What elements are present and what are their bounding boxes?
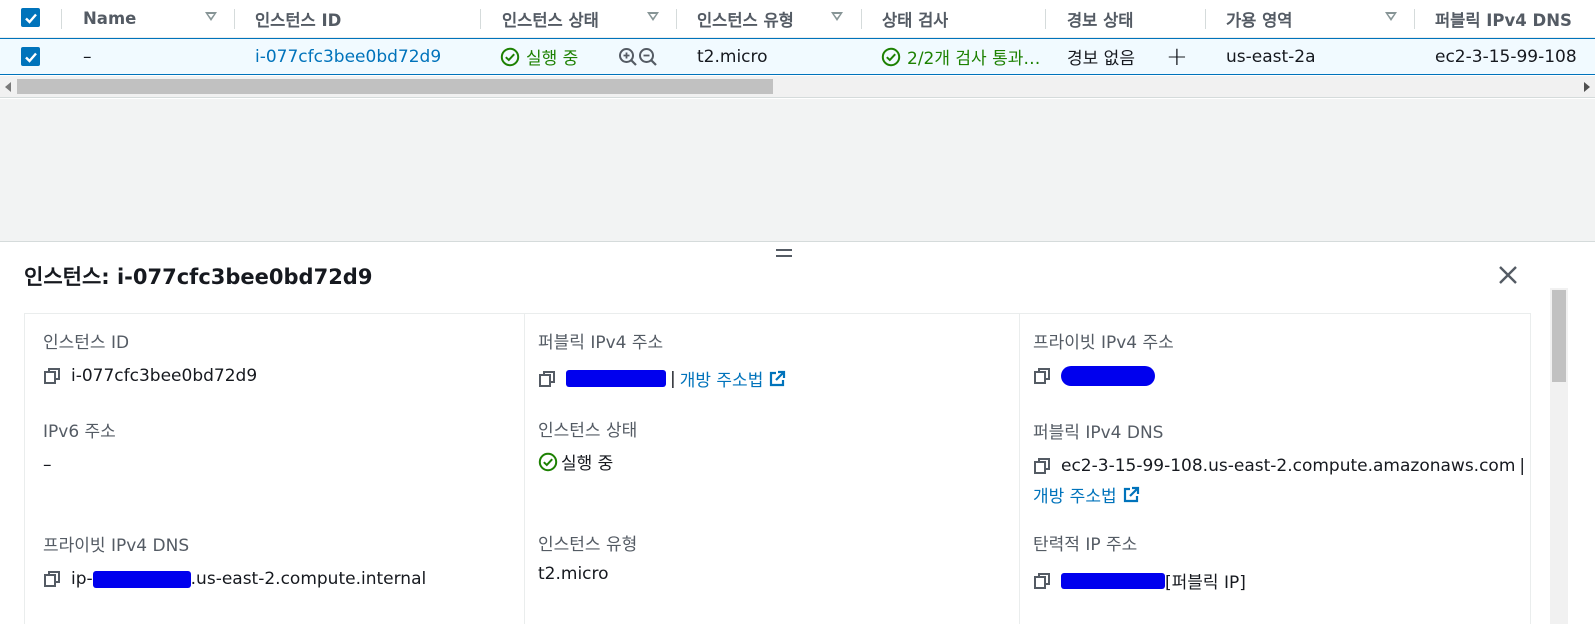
zoom-controls (618, 39, 658, 74)
open-address-link[interactable]: 개방 주소법 (1033, 482, 1117, 507)
column-separator[interactable] (480, 9, 481, 29)
column-separator[interactable] (234, 9, 235, 29)
scroll-left-arrow-icon[interactable] (5, 82, 11, 92)
zoom-in-icon[interactable] (618, 47, 638, 67)
field-value: | 개방 주소법 (538, 366, 786, 391)
field-public-ipv4: 퍼블릭 IPv4 주소 | 개방 주소법 (538, 328, 786, 391)
sort-icon[interactable] (205, 12, 217, 21)
add-alarm-button[interactable]: + (1166, 39, 1188, 74)
close-icon[interactable] (1497, 264, 1519, 286)
cell-availability-zone: us-east-2a (1226, 46, 1316, 67)
cell-instance-state: 실행 중 (500, 39, 578, 74)
cell-instance-id-link[interactable]: i-077cfc3bee0bd72d9 (255, 39, 441, 74)
field-public-dns: 퍼블릭 IPv4 DNS ec2-3-15-99-108.us-east-2.c… (1033, 418, 1529, 507)
column-divider (524, 314, 525, 624)
field-private-dns: 프라이빗 IPv4 DNS ip- .us-east-2.compute.int… (43, 531, 426, 589)
external-link-icon[interactable] (1122, 486, 1140, 504)
copy-icon[interactable] (43, 570, 61, 588)
horizontal-scrollbar[interactable] (0, 76, 1595, 98)
column-separator[interactable] (1045, 9, 1046, 29)
check-circle-icon (500, 47, 520, 66)
field-label: 인스턴스 유형 (538, 535, 638, 555)
redacted-text (1061, 572, 1165, 589)
field-value-link: 개방 주소법 (1033, 482, 1529, 507)
row-checkbox[interactable] (21, 47, 40, 66)
column-header-name[interactable]: Name (83, 0, 136, 37)
field-value: – (43, 455, 52, 475)
column-header-status-check[interactable]: 상태 검사 (882, 0, 948, 37)
column-header-availability-zone[interactable]: 가용 영역 (1226, 0, 1292, 37)
field-instance-type: 인스턴스 유형 t2.micro (538, 530, 637, 584)
copy-icon[interactable] (1033, 457, 1051, 475)
field-label: IPv6 주소 (43, 422, 116, 442)
scrollbar-thumb[interactable] (17, 79, 773, 94)
field-label: 퍼블릭 IPv4 주소 (538, 333, 664, 353)
column-header-instance-state[interactable]: 인스턴스 상태 (502, 0, 599, 37)
scroll-right-arrow-icon[interactable] (1584, 82, 1590, 92)
column-separator[interactable] (1205, 9, 1206, 29)
field-instance-state: 인스턴스 상태 실행 중 (538, 416, 637, 474)
field-label: 프라이빗 IPv4 주소 (1033, 333, 1174, 353)
table-row[interactable]: – i-077cfc3bee0bd72d9 실행 중 t2.micro 2/2개… (0, 38, 1595, 75)
open-address-link[interactable]: 개방 주소법 (680, 366, 764, 391)
sort-icon[interactable] (647, 12, 659, 21)
column-separator[interactable] (61, 9, 62, 29)
column-divider (1019, 314, 1020, 624)
instances-table: Name 인스턴스 ID 인스턴스 상태 인스턴스 유형 상태 검사 경보 상태… (0, 0, 1595, 75)
column-header-alarm-status[interactable]: 경보 상태 (1067, 0, 1133, 37)
check-circle-icon (881, 47, 901, 66)
column-separator[interactable] (1414, 9, 1415, 29)
redacted-text (566, 370, 666, 387)
external-link-icon[interactable] (768, 370, 786, 388)
field-label: 프라이빗 IPv4 DNS (43, 536, 190, 556)
sort-icon[interactable] (1385, 12, 1397, 21)
field-label: 인스턴스 상태 (538, 421, 638, 441)
field-value: ec2-3-15-99-108.us-east-2.compute.amazon… (1033, 456, 1529, 476)
cell-public-dns: ec2-3-15-99-108 (1435, 46, 1577, 67)
field-value (1033, 366, 1174, 386)
field-instance-id: 인스턴스 ID i-077cfc3bee0bd72d9 (43, 328, 257, 386)
column-header-instance-id[interactable]: 인스턴스 ID (255, 0, 341, 37)
column-header-instance-type[interactable]: 인스턴스 유형 (697, 0, 794, 37)
field-value: [퍼블릭 IP] (1033, 568, 1246, 593)
redacted-text (1061, 366, 1155, 386)
field-ipv6: IPv6 주소 – (43, 417, 116, 475)
scrollbar-thumb[interactable] (1552, 290, 1566, 382)
copy-icon[interactable] (43, 367, 61, 385)
panel-title: 인스턴스: i-077cfc3bee0bd72d9 (24, 265, 373, 289)
resize-handle-icon[interactable] (776, 249, 792, 259)
field-label: 탄력적 IP 주소 (1033, 535, 1138, 555)
field-label: 퍼블릭 IPv4 DNS (1033, 423, 1164, 443)
column-separator[interactable] (676, 9, 677, 29)
field-elastic-ip: 탄력적 IP 주소 [퍼블릭 IP] (1033, 530, 1246, 593)
cell-name[interactable]: – (83, 39, 92, 74)
cell-status-check[interactable]: 2/2개 검사 통과… (881, 39, 1049, 74)
cell-instance-type: t2.micro (697, 46, 768, 67)
vertical-scrollbar[interactable] (1550, 288, 1568, 624)
copy-icon[interactable] (538, 370, 556, 388)
column-separator[interactable] (861, 9, 862, 29)
table-empty-area (0, 99, 1595, 242)
table-header-row: Name 인스턴스 ID 인스턴스 상태 인스턴스 유형 상태 검사 경보 상태… (0, 0, 1595, 38)
sort-icon[interactable] (831, 12, 843, 21)
copy-icon[interactable] (1033, 572, 1051, 590)
zoom-out-icon[interactable] (638, 47, 658, 67)
select-all-checkbox[interactable] (21, 8, 40, 27)
column-header-public-dns[interactable]: 퍼블릭 IPv4 DNS (1435, 0, 1572, 37)
field-value: 실행 중 (538, 449, 637, 474)
cell-alarm-status: 경보 없음 (1067, 49, 1135, 69)
field-label: 인스턴스 ID (43, 333, 130, 353)
check-circle-icon (538, 452, 558, 471)
redacted-text (92, 570, 191, 588)
field-value: ip- .us-east-2.compute.internal (43, 569, 426, 589)
field-value: i-077cfc3bee0bd72d9 (43, 366, 257, 386)
copy-icon[interactable] (1033, 367, 1051, 385)
field-value: t2.micro (538, 564, 609, 584)
field-private-ipv4: 프라이빗 IPv4 주소 (1033, 328, 1174, 386)
